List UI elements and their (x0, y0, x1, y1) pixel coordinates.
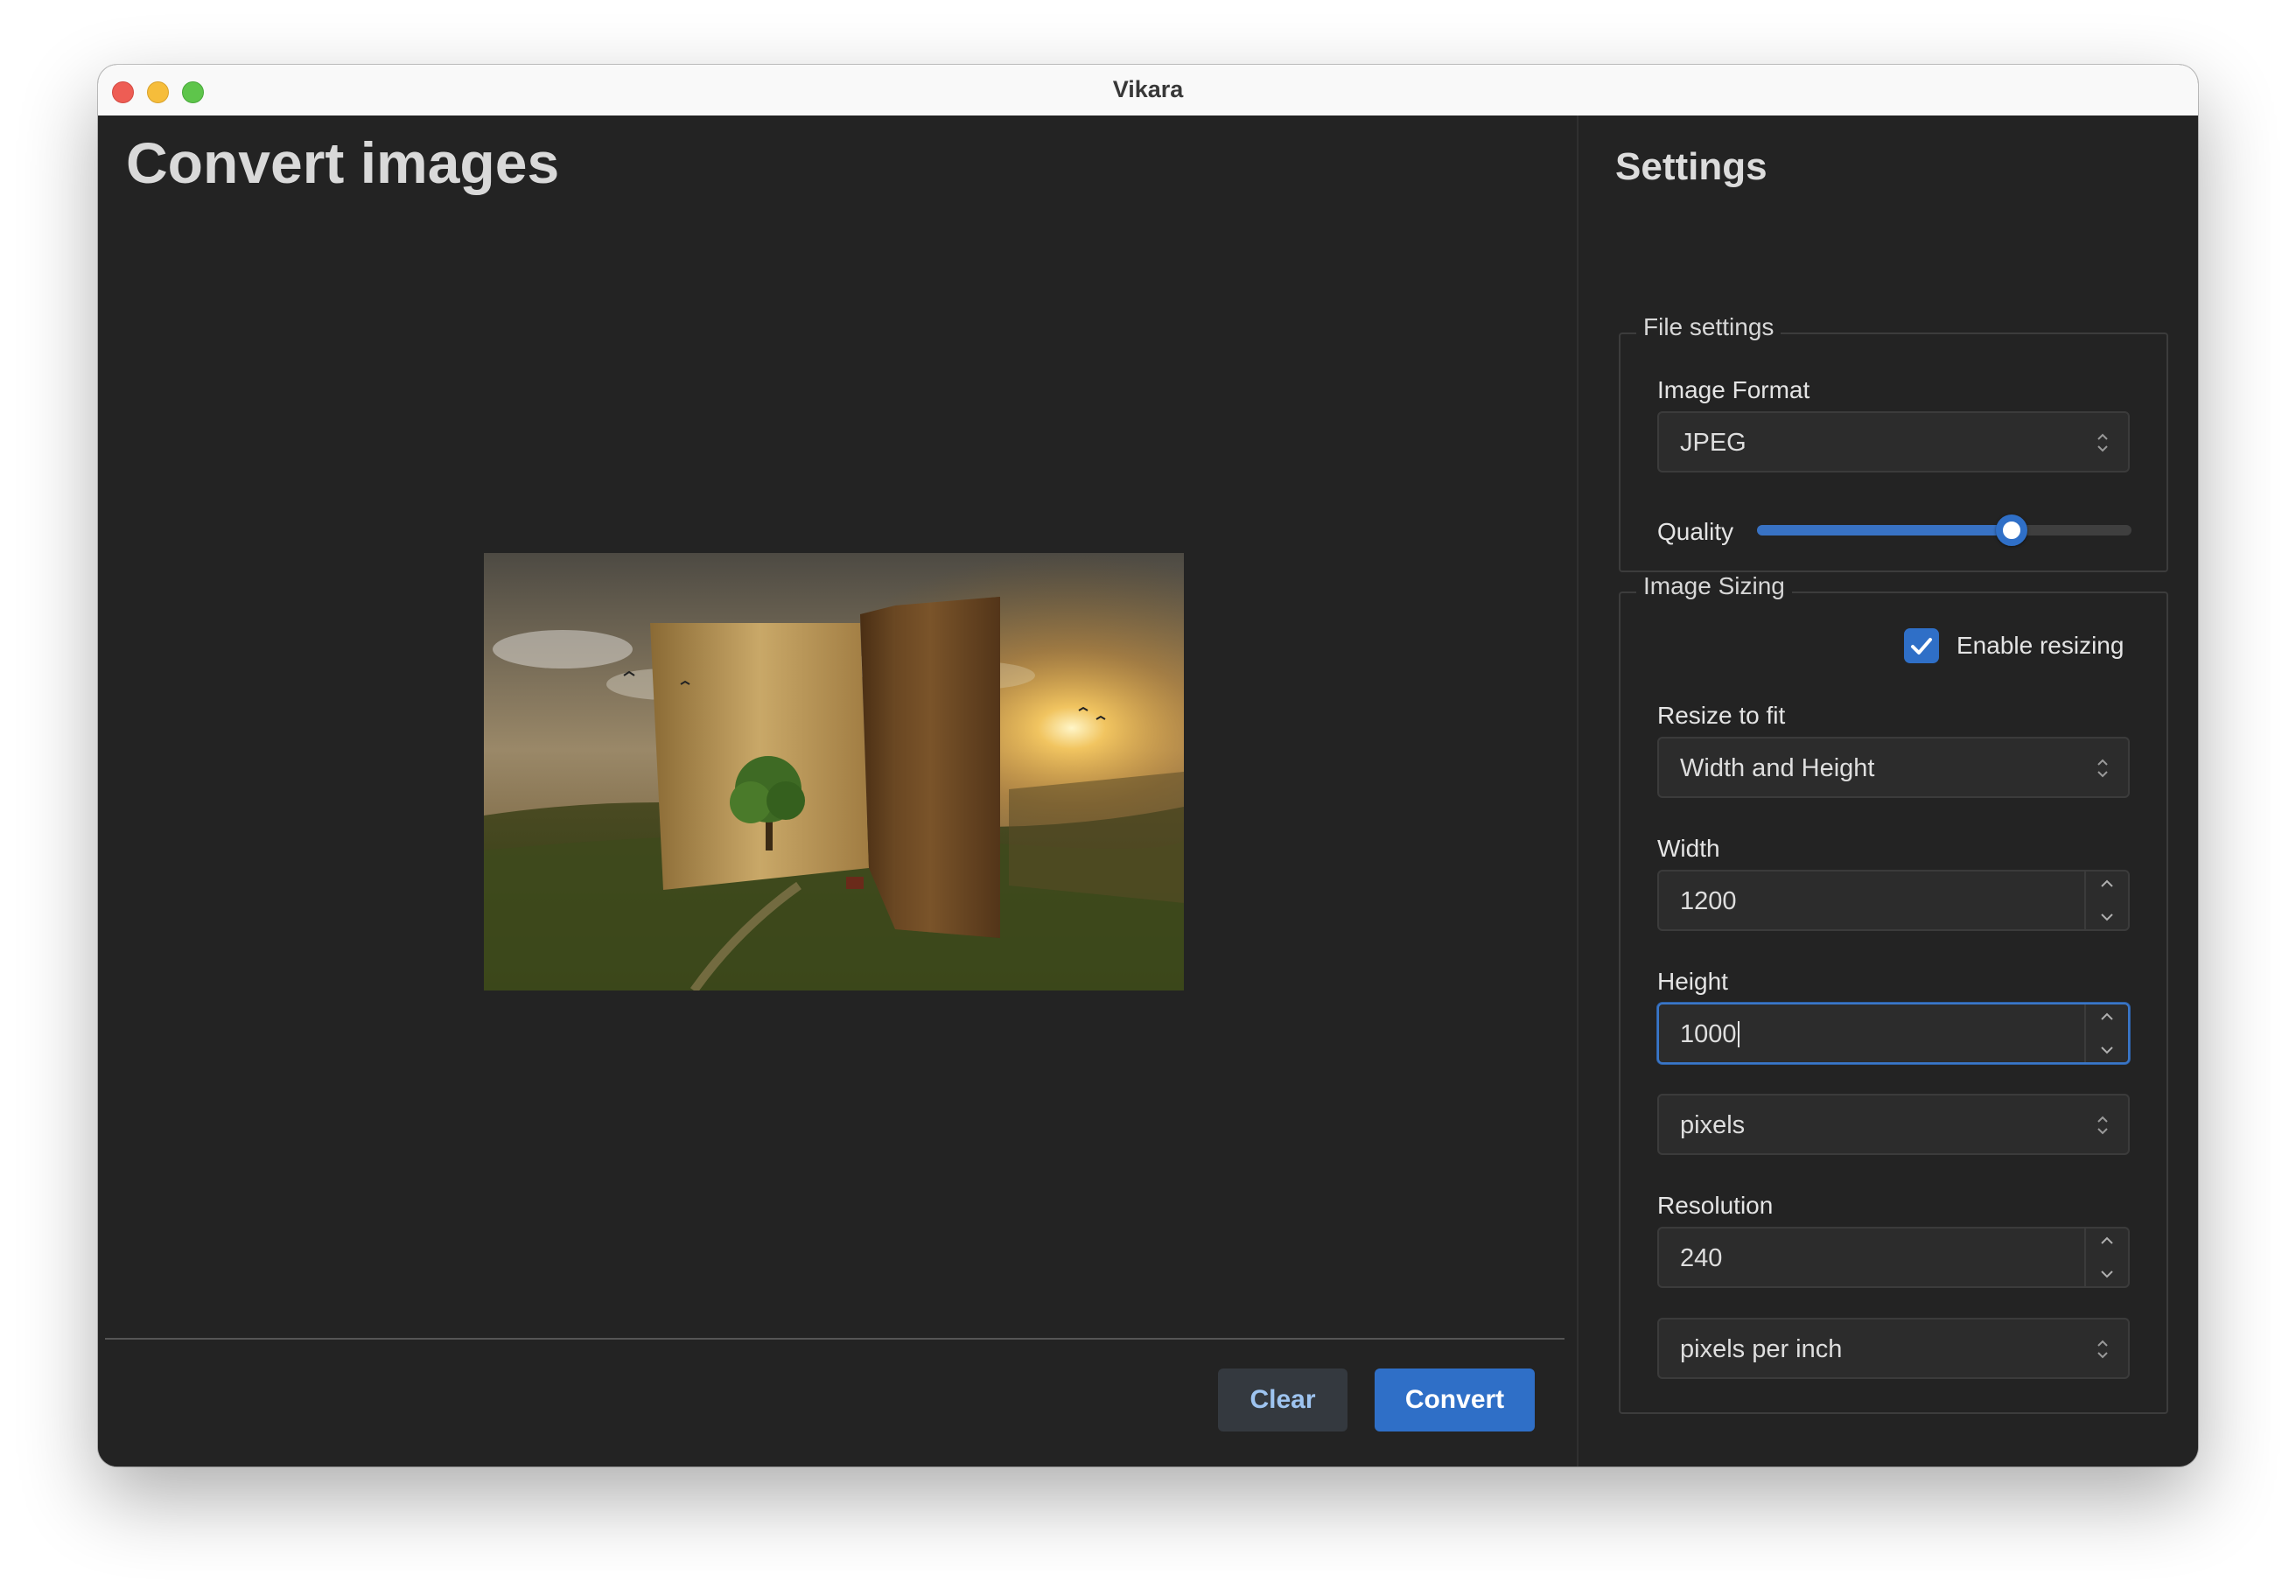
width-stepper[interactable]: 1200 (1657, 870, 2130, 931)
height-stepper-buttons (2084, 1004, 2128, 1062)
chevron-up-icon[interactable] (2098, 878, 2116, 889)
main-panel: Convert images Clear Convert (98, 116, 1577, 1466)
resolution-unit-value: pixels per inch (1680, 1335, 1843, 1363)
title-bar[interactable]: Vikara (98, 65, 2198, 116)
height-stepper[interactable]: 1000 (1657, 1003, 2130, 1064)
updown-chevron-icon (2097, 759, 2108, 778)
file-settings-legend: File settings (1636, 313, 1782, 341)
resolution-value[interactable]: 240 (1680, 1244, 1722, 1273)
preview-image (484, 553, 1184, 990)
image-format-value: JPEG (1680, 429, 1746, 457)
resolution-label: Resolution (1657, 1192, 1774, 1219)
image-sizing-group: Image Sizing Enable resizing Resize to f… (1619, 572, 2168, 1414)
resolution-unit-select[interactable]: pixels per inch (1657, 1318, 2130, 1379)
clear-button[interactable]: Clear (1218, 1368, 1348, 1432)
app-window: Vikara Convert images Clear Convert Sett… (98, 65, 2198, 1466)
quality-slider-fill (1757, 525, 2012, 536)
resize-to-fit-label: Resize to fit (1657, 702, 1786, 729)
size-unit-select[interactable]: pixels (1657, 1094, 2130, 1155)
file-settings-group: File settings Image Format JPEG Quality (1619, 313, 2168, 572)
quality-label: Quality (1657, 518, 1734, 545)
image-sizing-legend: Image Sizing (1636, 572, 1792, 600)
chevron-down-icon[interactable] (2098, 1269, 2116, 1279)
chevron-down-icon[interactable] (2098, 912, 2116, 922)
quality-slider[interactable] (1757, 514, 2132, 546)
checkmark-icon (1911, 638, 1932, 654)
resolution-stepper-buttons (2084, 1228, 2128, 1286)
text-caret (1737, 1021, 1740, 1047)
resize-to-fit-select[interactable]: Width and Height (1657, 737, 2130, 798)
page-title: Convert images (126, 130, 560, 195)
height-value[interactable]: 1000 (1680, 1020, 1740, 1049)
chevron-down-icon[interactable] (2098, 1045, 2116, 1055)
height-label: Height (1657, 968, 1728, 995)
width-value[interactable]: 1200 (1680, 887, 1737, 916)
updown-chevron-icon (2097, 433, 2108, 452)
image-format-select[interactable]: JPEG (1657, 411, 2130, 472)
quality-slider-thumb[interactable] (1996, 514, 2028, 546)
updown-chevron-icon (2097, 1116, 2108, 1135)
enable-resizing-checkbox[interactable] (1904, 628, 1939, 663)
chevron-up-icon[interactable] (2098, 1012, 2116, 1022)
height-value-text: 1000 (1680, 1020, 1737, 1048)
convert-button[interactable]: Convert (1375, 1368, 1535, 1432)
footer-divider (105, 1338, 1564, 1340)
image-format-label: Image Format (1657, 376, 1810, 403)
chevron-up-icon[interactable] (2098, 1236, 2116, 1246)
width-stepper-buttons (2084, 872, 2128, 929)
settings-panel: Settings File settings Image Format JPEG… (1577, 116, 2198, 1466)
resolution-stepper[interactable]: 240 (1657, 1227, 2130, 1288)
width-label: Width (1657, 835, 1720, 862)
enable-resizing-label[interactable]: Enable resizing (1956, 632, 2124, 660)
settings-title: Settings (1615, 145, 1768, 188)
size-unit-value: pixels (1680, 1111, 1746, 1139)
image-preview[interactable] (484, 553, 1184, 990)
window-title: Vikara (1112, 76, 1184, 102)
updown-chevron-icon (2097, 1340, 2108, 1359)
resize-to-fit-value: Width and Height (1680, 754, 1875, 782)
